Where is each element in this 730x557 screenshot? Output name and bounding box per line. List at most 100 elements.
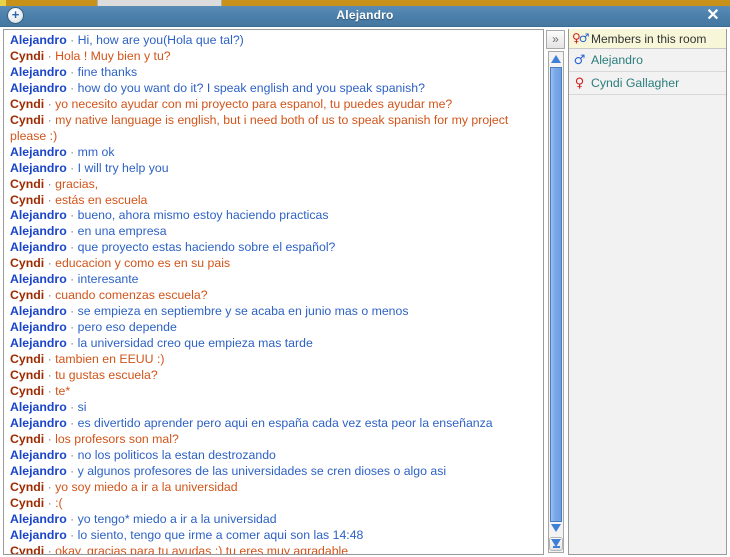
- message-text: yo soy miedo a ir a la universidad: [55, 480, 238, 494]
- message-row: Cyndi · :(: [10, 496, 538, 512]
- message-row: Cyndi · gracias,: [10, 177, 538, 193]
- message-row: Alejandro · que proyecto estas haciendo …: [10, 240, 538, 256]
- message-separator: ·: [44, 432, 55, 446]
- message-sender: Alejandro: [10, 448, 67, 462]
- scroll-up-icon[interactable]: [549, 52, 563, 66]
- message-sender: Cyndi: [10, 288, 44, 302]
- message-text: que proyecto estas haciendo sobre el esp…: [78, 240, 336, 254]
- chat-scrollbar[interactable]: [548, 51, 564, 553]
- message-text: I will try help you: [78, 161, 169, 175]
- message-sender: Alejandro: [10, 304, 67, 318]
- message-text: :(: [55, 496, 63, 510]
- message-separator: ·: [67, 240, 78, 254]
- message-separator: ·: [44, 544, 55, 556]
- message-text: Hi, how are you(Hola que tal?): [78, 33, 244, 47]
- message-separator: ·: [67, 512, 78, 526]
- message-text: tu gustas escuela?: [55, 368, 158, 382]
- message-row: Alejandro · fine thanks: [10, 65, 538, 81]
- message-row: Cyndi · Hola ! Muy bien y tu?: [10, 49, 538, 65]
- message-separator: ·: [44, 288, 55, 302]
- message-sender: Alejandro: [10, 240, 67, 254]
- message-row: Alejandro · interesante: [10, 272, 538, 288]
- message-row: Alejandro · la universidad creo que empi…: [10, 336, 538, 352]
- message-text: los profesors son mal?: [55, 432, 179, 446]
- message-sender: Cyndi: [10, 97, 44, 111]
- scroll-to-bottom-icon[interactable]: [549, 537, 563, 551]
- window-title: Alejandro: [0, 8, 730, 22]
- message-sender: Alejandro: [10, 336, 67, 350]
- members-list: ♂Alejandro ♀ Cyndi Gallagher: [569, 49, 726, 95]
- message-separator: ·: [44, 97, 55, 111]
- message-row: Cyndi · estás en escuela: [10, 193, 538, 209]
- message-text: mm ok: [78, 145, 115, 159]
- message-text: te*: [55, 384, 70, 398]
- message-sender: Alejandro: [10, 320, 67, 334]
- message-sender: Alejandro: [10, 161, 67, 175]
- message-separator: ·: [67, 320, 78, 334]
- message-row: Alejandro · how do you want do it? I spe…: [10, 81, 538, 97]
- message-row: Alejandro · se empieza en septiembre y s…: [10, 304, 538, 320]
- female-gender-icon: ♀: [572, 77, 587, 90]
- members-panel-header: ♀♂ Members in this room: [569, 29, 726, 49]
- message-sender: Alejandro: [10, 512, 67, 526]
- message-text: gracias,: [55, 177, 98, 191]
- message-row: Alejandro · si: [10, 400, 538, 416]
- scrollbar-thumb[interactable]: [550, 67, 562, 522]
- message-row: Alejandro · Hi, how are you(Hola que tal…: [10, 33, 538, 49]
- message-row: Alejandro · yo tengo* miedo a ir a la un…: [10, 512, 538, 528]
- chat-scroll-column: »: [546, 29, 566, 555]
- message-sender: Alejandro: [10, 400, 67, 414]
- window-body: Alejandro · Hi, how are you(Hola que tal…: [0, 27, 730, 557]
- message-text: si: [78, 400, 87, 414]
- message-row: Alejandro · mm ok: [10, 145, 538, 161]
- message-row: Cyndi · yo soy miedo a ir a la universid…: [10, 480, 538, 496]
- member-name: Cyndi Gallagher: [591, 76, 679, 90]
- message-text: yo tengo* miedo a ir a la universidad: [78, 512, 277, 526]
- collapse-panel-icon[interactable]: »: [546, 30, 565, 49]
- message-row: Alejandro · pero eso depende: [10, 320, 538, 336]
- message-text: fine thanks: [78, 65, 137, 79]
- message-sender: Cyndi: [10, 432, 44, 446]
- message-row: Alejandro · bueno, ahora mismo estoy hac…: [10, 208, 538, 224]
- message-sender: Cyndi: [10, 49, 44, 63]
- scroll-down-icon[interactable]: [549, 522, 563, 536]
- message-sender: Alejandro: [10, 416, 67, 430]
- message-separator: ·: [44, 368, 55, 382]
- chat-transcript-panel: Alejandro · Hi, how are you(Hola que tal…: [3, 29, 544, 555]
- member-name: Alejandro: [591, 53, 643, 67]
- message-row: Cyndi · tambien en EEUU :): [10, 352, 538, 368]
- message-separator: ·: [44, 496, 55, 510]
- message-separator: ·: [67, 208, 78, 222]
- message-sender: Cyndi: [10, 496, 44, 510]
- window-titlebar: + Alejandro ✕: [0, 6, 730, 27]
- message-sender: Cyndi: [10, 544, 44, 556]
- message-text: se empieza en septiembre y se acaba en j…: [78, 304, 409, 318]
- members-header-label: Members in this room: [591, 32, 706, 46]
- member-list-item[interactable]: ♂Alejandro: [569, 49, 726, 72]
- message-separator: ·: [67, 33, 78, 47]
- message-sender: Cyndi: [10, 256, 44, 270]
- message-text: en una empresa: [78, 224, 167, 238]
- message-separator: ·: [67, 336, 78, 350]
- message-sender: Alejandro: [10, 65, 67, 79]
- message-sender: Alejandro: [10, 224, 67, 238]
- message-separator: ·: [44, 49, 55, 63]
- close-icon[interactable]: ✕: [704, 7, 722, 25]
- message-separator: ·: [67, 400, 78, 414]
- message-sender: Alejandro: [10, 208, 67, 222]
- message-text: how do you want do it? I speak english a…: [78, 81, 425, 95]
- message-text: my native language is english, but i nee…: [10, 113, 508, 143]
- message-text: lo siento, tengo que irme a comer aqui s…: [78, 528, 364, 542]
- message-row: Cyndi · tu gustas escuela?: [10, 368, 538, 384]
- member-list-item[interactable]: ♀ Cyndi Gallagher: [569, 72, 726, 95]
- message-sender: Cyndi: [10, 368, 44, 382]
- message-row: Cyndi · te*: [10, 384, 538, 400]
- message-separator: ·: [67, 304, 78, 318]
- message-row: Cyndi · educacion y como es en su pais: [10, 256, 538, 272]
- message-separator: ·: [67, 224, 78, 238]
- message-row: Alejandro · I will try help you: [10, 161, 538, 177]
- message-text: Hola ! Muy bien y tu?: [55, 49, 171, 63]
- message-text: no los politicos la estan destrozando: [78, 448, 276, 462]
- message-separator: ·: [67, 464, 78, 478]
- message-sender: Cyndi: [10, 177, 44, 191]
